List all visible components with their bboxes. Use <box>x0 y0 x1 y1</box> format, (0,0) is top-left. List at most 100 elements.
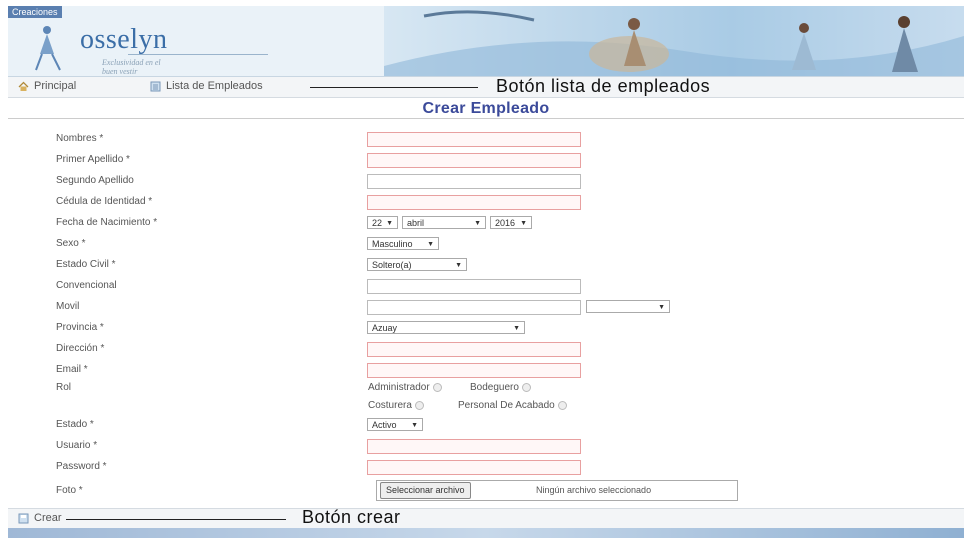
row-cedula: Cédula de Identidad * <box>0 194 966 212</box>
rol-personal-acabado-label: Personal De Acabado <box>458 400 555 411</box>
label-rol: Rol <box>56 382 72 393</box>
list-icon <box>150 81 161 91</box>
annotation-line <box>310 87 478 88</box>
label-cedula: Cédula de Identidad * <box>56 196 153 207</box>
form-title: Crear Empleado <box>422 100 550 117</box>
sexo-value: Masculino <box>372 239 413 249</box>
rol-option-personal-acabado[interactable]: Personal De Acabado <box>458 400 567 411</box>
nav-principal[interactable]: Principal <box>18 80 76 92</box>
row-foto: Foto * Seleccionar archivo Ningún archiv… <box>0 480 966 501</box>
logo: osselyn Exclusividad en el buen vestir <box>20 20 270 76</box>
nav-lista-empleados[interactable]: Lista de Empleados <box>150 80 263 92</box>
row-usuario: Usuario * <box>0 438 966 456</box>
nombres-input[interactable] <box>367 132 581 147</box>
header: Creaciones osselyn Exclusividad en el bu… <box>8 6 964 77</box>
chevron-down-icon: ▼ <box>520 220 527 227</box>
logo-word: osselyn <box>80 24 168 55</box>
label-usuario: Usuario * <box>56 440 98 451</box>
row-direccion: Dirección * <box>0 341 966 359</box>
radio-icon <box>432 382 442 392</box>
mes-select[interactable]: abril ▼ <box>402 216 486 229</box>
rol-administrador-label: Administrador <box>368 382 430 393</box>
label-password: Password * <box>56 461 107 472</box>
banner-image <box>384 6 964 76</box>
label-segundo-apellido: Segundo Apellido <box>56 175 134 186</box>
usuario-input[interactable] <box>367 439 581 454</box>
label-sexo: Sexo * <box>56 238 86 249</box>
segundo-apellido-input[interactable] <box>367 174 581 189</box>
chevron-down-icon: ▼ <box>658 304 665 311</box>
password-input[interactable] <box>367 460 581 475</box>
chevron-down-icon: ▼ <box>386 220 393 227</box>
row-segundo-apellido: Segundo Apellido <box>0 173 966 191</box>
row-email: Email * <box>0 362 966 380</box>
row-estado-civil: Estado Civil * Soltero(a) ▼ <box>0 257 966 275</box>
row-fecha-nacimiento: Fecha de Nacimiento * 22 ▼ abril ▼ 2016 ▼ <box>0 215 966 233</box>
footer <box>8 528 964 538</box>
chevron-down-icon: ▼ <box>474 220 481 227</box>
row-primer-apellido: Primer Apellido * <box>0 152 966 170</box>
primer-apellido-input[interactable] <box>367 153 581 168</box>
estado-value: Activo <box>372 420 397 430</box>
label-direccion: Dirección * <box>56 343 105 354</box>
row-password: Password * <box>0 459 966 477</box>
nav-lista-label: Lista de Empleados <box>166 80 263 92</box>
crear-label: Crear <box>34 512 62 524</box>
row-nombres: Nombres * <box>0 131 966 149</box>
email-input[interactable] <box>367 363 581 378</box>
rol-option-bodeguero[interactable]: Bodeguero <box>470 382 531 393</box>
estado-civil-value: Soltero(a) <box>372 260 412 270</box>
label-movil: Movil <box>56 301 80 312</box>
rol-option-costurera[interactable]: Costurera <box>368 400 424 411</box>
annotation-line <box>66 519 286 520</box>
rol-costurera-label: Costurera <box>368 400 412 411</box>
direccion-input[interactable] <box>367 342 581 357</box>
title-divider <box>8 118 964 119</box>
radio-icon <box>414 400 424 410</box>
label-foto: Foto * <box>56 485 83 496</box>
label-nombres: Nombres * <box>56 133 104 144</box>
operadora-select[interactable]: ▼ <box>586 300 670 313</box>
provincia-select[interactable]: Azuay ▼ <box>367 321 525 334</box>
label-provincia: Provincia * <box>56 322 104 333</box>
movil-input[interactable] <box>367 300 581 315</box>
label-fecha-nacimiento: Fecha de Nacimiento * <box>56 217 158 228</box>
logo-divider <box>128 54 268 55</box>
radio-icon <box>521 382 531 392</box>
logo-tagline: Exclusividad en el buen vestir <box>102 58 161 76</box>
anio-value: 2016 <box>495 218 516 228</box>
label-estado: Estado * <box>56 419 94 430</box>
row-provincia: Provincia * Azuay ▼ <box>0 320 966 338</box>
chevron-down-icon: ▼ <box>411 422 418 429</box>
dia-value: 22 <box>372 218 383 228</box>
dia-select[interactable]: 22 ▼ <box>367 216 398 229</box>
select-file-button[interactable]: Seleccionar archivo <box>380 482 471 499</box>
chevron-down-icon: ▼ <box>513 325 520 332</box>
estado-select[interactable]: Activo ▼ <box>367 418 423 431</box>
row-estado: Estado * Activo ▼ <box>0 417 966 435</box>
label-convencional: Convencional <box>56 280 117 291</box>
chevron-down-icon: ▼ <box>455 262 462 269</box>
cedula-input[interactable] <box>367 195 581 210</box>
nav-principal-label: Principal <box>34 80 77 92</box>
radio-icon <box>557 400 567 410</box>
provincia-value: Azuay <box>372 323 398 333</box>
anio-select[interactable]: 2016 ▼ <box>490 216 532 229</box>
row-rol: Rol Administrador Bodeguero <box>0 380 966 398</box>
annotation-lista: Botón lista de empleados <box>496 76 711 96</box>
crear-button[interactable]: Crear <box>18 512 62 524</box>
nav-bar: Principal Lista de Empleados Botón lista… <box>8 76 964 98</box>
rol-option-administrador[interactable]: Administrador <box>368 382 442 393</box>
estado-civil-select[interactable]: Soltero(a) ▼ <box>367 258 467 271</box>
rol-bodeguero-label: Bodeguero <box>470 382 519 393</box>
mes-value: abril <box>407 218 425 228</box>
annotation-crear: Botón crear <box>302 507 401 527</box>
label-primer-apellido: Primer Apellido * <box>56 154 130 165</box>
sexo-select[interactable]: Masculino ▼ <box>367 237 439 250</box>
label-email: Email * <box>56 364 88 375</box>
convencional-input[interactable] <box>367 279 581 294</box>
logo-figure-icon <box>35 26 61 71</box>
row-rol-2: Costurera Personal De Acabado <box>0 398 966 416</box>
row-convencional: Convencional <box>0 278 966 296</box>
label-estado-civil: Estado Civil * <box>56 259 116 270</box>
